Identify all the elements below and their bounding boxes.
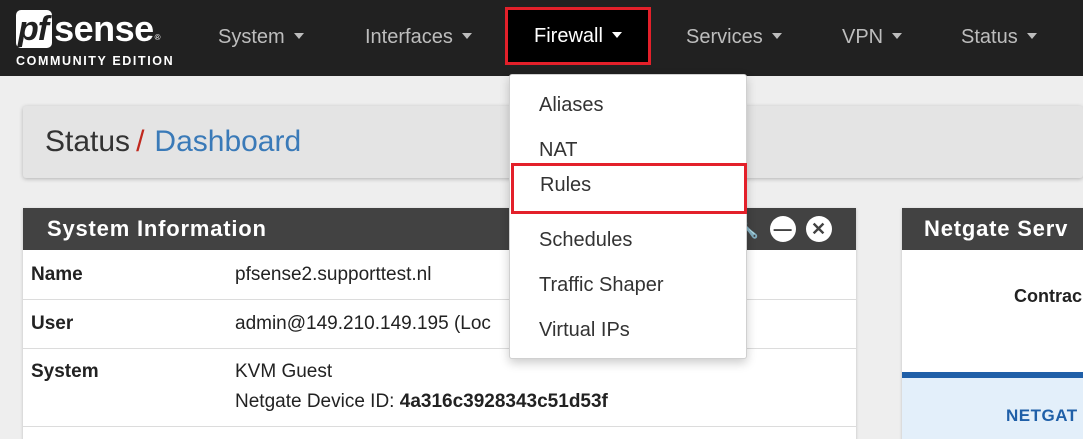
caret-down-icon — [1026, 32, 1037, 39]
nav-status-label: Status — [961, 26, 1018, 48]
pfsense-logo[interactable]: pf sense ® COMMUNITY EDITION — [16, 10, 176, 70]
breadcrumb-parent: Status — [45, 125, 131, 158]
menu-item-traffic-shaper[interactable]: Traffic Shaper — [510, 263, 746, 308]
caret-down-icon — [771, 32, 782, 39]
nav-vpn-label: VPN — [842, 26, 884, 48]
panel-title: System Information — [47, 216, 267, 241]
device-id-value: 4a316c3928343c51d53f — [399, 391, 608, 412]
row-key: Name — [31, 264, 83, 285]
caret-down-icon — [892, 32, 903, 39]
device-id-line: Netgate Device ID: 4a316c3928343c51d53f — [235, 391, 608, 413]
logo-pf: pf — [16, 10, 53, 48]
panel-title: Netgate Serv — [924, 216, 1069, 241]
breadcrumb-separator: / — [136, 125, 145, 158]
nav-firewall[interactable]: Firewall — [505, 7, 651, 65]
row-key: User — [31, 313, 74, 334]
menu-item-rules[interactable]: Rules — [511, 163, 747, 214]
menu-item-aliases[interactable]: Aliases — [510, 83, 746, 128]
minus-circle-icon[interactable]: — — [770, 216, 796, 242]
caret-down-icon — [293, 32, 304, 39]
close-circle-icon[interactable]: ✕ — [806, 216, 832, 242]
nav-services-label: Services — [686, 26, 763, 48]
nav-firewall-label: Firewall — [534, 25, 603, 47]
contract-label: Contrac — [1014, 286, 1083, 306]
breadcrumb-current-link[interactable]: Dashboard — [154, 125, 301, 158]
caret-down-icon — [611, 31, 622, 38]
table-row: System KVM Guest Netgate Device ID: 4a31… — [23, 349, 856, 427]
row-value: KVM Guest — [235, 361, 333, 382]
logo-sense: sense — [54, 8, 154, 49]
device-id-label: Netgate Device ID: — [235, 391, 400, 412]
logo-wordmark: pf sense ® — [16, 10, 176, 48]
nav-status[interactable]: Status — [961, 0, 1037, 76]
panel-controls: 🔧 — ✕ — [737, 216, 832, 242]
edition-label: COMMUNITY EDITION — [16, 54, 175, 68]
caret-down-icon — [461, 32, 472, 39]
nav-interfaces[interactable]: Interfaces — [365, 0, 472, 76]
netgate-services-panel: Netgate Serv Contrac NETGAT — [902, 208, 1083, 439]
row-value-group: KVM Guest Netgate Device ID: 4a316c39283… — [235, 361, 608, 426]
netgate-brand-text: NETGAT — [1006, 406, 1078, 425]
menu-item-schedules[interactable]: Schedules — [510, 218, 746, 263]
row-key: System — [31, 361, 99, 382]
nav-vpn[interactable]: VPN — [842, 0, 903, 76]
row-value: pfsense2.supporttest.nl — [235, 264, 432, 285]
logo-registered-mark: ® — [154, 33, 161, 42]
panel-heading: Netgate Serv — [902, 208, 1083, 250]
nav-system[interactable]: System — [218, 0, 304, 76]
top-navbar: pf sense ® COMMUNITY EDITION System Inte… — [0, 0, 1083, 76]
nav-interfaces-label: Interfaces — [365, 26, 453, 48]
firewall-dropdown-menu: Aliases NAT Rules Schedules Traffic Shap… — [509, 74, 747, 359]
nav-services[interactable]: Services — [686, 0, 782, 76]
menu-item-virtual-ips[interactable]: Virtual IPs — [510, 308, 746, 353]
row-value: admin@149.210.149.195 (Loc — [235, 313, 491, 334]
nav-system-label: System — [218, 26, 285, 48]
